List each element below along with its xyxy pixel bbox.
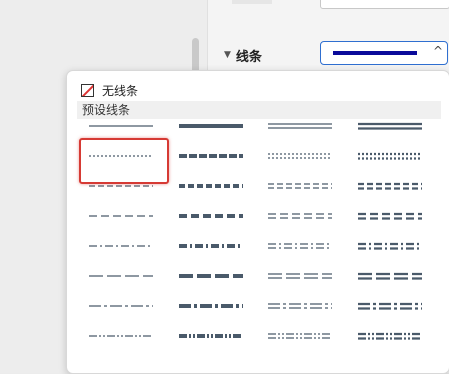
preset-line-swatch (358, 212, 422, 220)
preset-line-swatch (89, 215, 153, 217)
preset-line-swatch (268, 213, 332, 219)
preset-line-swatch (358, 182, 422, 190)
preset-line-double-thick-dash-dot-dot[interactable] (358, 323, 438, 349)
preset-line-swatch (358, 272, 422, 280)
preset-line-thick-long-dash-2[interactable] (179, 263, 259, 289)
preset-line-grid (67, 71, 449, 373)
preset-line-double-thick-dash[interactable] (358, 173, 438, 199)
preset-line-swatch (358, 242, 422, 250)
preset-line-thick-long-dash-dot[interactable] (179, 293, 259, 319)
preset-line-swatch (179, 334, 243, 338)
preset-line-swatch (89, 275, 153, 277)
preset-line-swatch (179, 274, 243, 278)
preset-line-swatch (358, 152, 422, 160)
preset-line-double-thin[interactable] (268, 113, 348, 139)
line-section-header[interactable]: ▼ 线条 (224, 45, 262, 65)
preset-line-double-dash-dot[interactable] (268, 233, 348, 259)
preset-line-swatch (89, 245, 153, 247)
selected-preset-highlight (79, 138, 169, 184)
preset-line-thick-long-dash[interactable] (179, 203, 259, 229)
preset-line-thin-solid[interactable] (89, 113, 169, 139)
previous-property-field[interactable] (320, 0, 449, 9)
preset-line-double-long-dash-2[interactable] (268, 263, 348, 289)
chevron-up-icon[interactable]: ^ (433, 44, 443, 58)
preset-line-thin-dash-dot-dot[interactable] (89, 323, 169, 349)
preset-line-swatch (179, 154, 243, 158)
preset-line-swatch (268, 123, 332, 129)
preset-line-thin-dash-dot[interactable] (89, 233, 169, 259)
preset-line-swatch (89, 335, 153, 337)
preset-line-thick-dash-dot-dot[interactable] (179, 323, 259, 349)
line-section-title: 线条 (235, 49, 262, 65)
preset-line-double-thick-long-dash-dot[interactable] (358, 293, 438, 319)
preset-line-swatch (179, 124, 243, 128)
preset-line-swatch (268, 243, 332, 249)
preset-line-thick-square-dot[interactable] (179, 143, 259, 169)
preset-line-double-thick-dotted[interactable] (358, 143, 438, 169)
preset-line-swatch (89, 305, 153, 307)
line-style-preview (333, 51, 417, 55)
preset-line-swatch (268, 153, 332, 159)
preset-line-double-long-dash-dot[interactable] (268, 293, 348, 319)
preset-line-double-long-dash[interactable] (268, 203, 348, 229)
preset-line-swatch (358, 332, 422, 340)
preset-line-double-thick[interactable] (358, 113, 438, 139)
preset-line-swatch (179, 214, 243, 218)
preset-line-double-dash-dot-dot[interactable] (268, 323, 348, 349)
line-style-dropdown: 无线条 预设线条 (66, 70, 449, 374)
preset-line-double-thick-long-dash[interactable] (358, 203, 438, 229)
preset-line-double-dotted[interactable] (268, 143, 348, 169)
preset-line-thin-long-dash[interactable] (89, 203, 169, 229)
preset-line-swatch (358, 302, 422, 310)
line-style-select[interactable]: ^ (320, 41, 448, 65)
preset-line-swatch (89, 125, 153, 127)
preset-line-swatch (268, 303, 332, 309)
preset-line-double-thick-dash-dot[interactable] (358, 233, 438, 259)
preset-line-thin-long-dash-2[interactable] (89, 263, 169, 289)
preset-line-thin-long-dash-dot[interactable] (89, 293, 169, 319)
preset-line-double-dash[interactable] (268, 173, 348, 199)
preset-line-thick-dash[interactable] (179, 173, 259, 199)
preset-line-thick-solid[interactable] (179, 113, 259, 139)
preset-line-swatch (358, 122, 422, 130)
preset-line-swatch (179, 304, 243, 308)
preset-line-swatch (179, 184, 243, 188)
preset-line-swatch (268, 273, 332, 279)
preset-line-swatch (268, 183, 332, 189)
previous-property-label (232, 0, 272, 4)
preset-line-double-thick-long-dash-2[interactable] (358, 263, 438, 289)
preset-line-swatch (268, 333, 332, 339)
preset-line-thick-dash-dot[interactable] (179, 233, 259, 259)
preset-line-swatch (179, 244, 243, 248)
caret-down-icon[interactable]: ▼ (224, 50, 231, 60)
